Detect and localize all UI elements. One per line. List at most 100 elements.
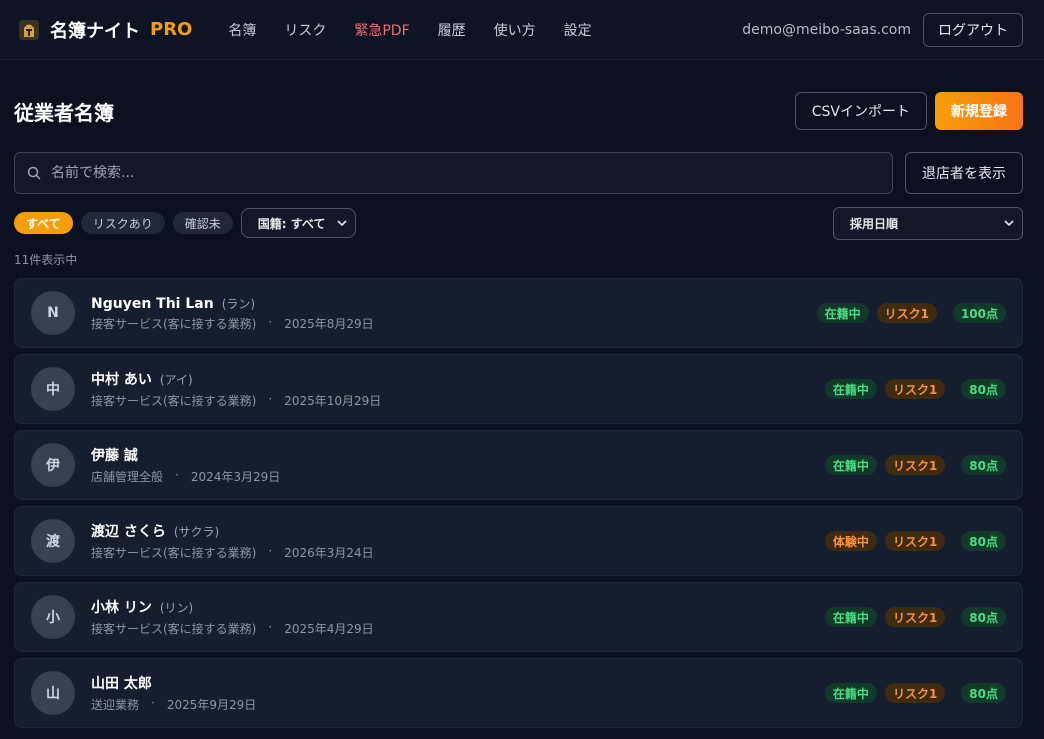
nationality-select[interactable]: 国籍: すべて xyxy=(240,208,357,238)
result-count: 11件表示中 xyxy=(14,253,78,267)
employee-date: 2026年3月24日 xyxy=(284,546,374,560)
header-actions: CSVインポート 新規登録 xyxy=(794,92,1023,130)
employee-name: 渡辺 さくら xyxy=(91,524,166,540)
chevron-down-icon xyxy=(1004,220,1014,227)
separator-dot: · xyxy=(268,620,273,634)
employee-row[interactable]: 中 中村 あい (アイ) 接客サービス(客に接する業務) · 2025年10月29日 … xyxy=(14,354,1023,424)
status-badge: 在籍中 xyxy=(824,455,877,475)
employee-row[interactable]: 小 小林 リン (リン) 接客サービス(客に接する業務) · 2025年4月29日 在… xyxy=(14,582,1023,652)
nav-item-roster[interactable]: 名簿 xyxy=(214,20,270,40)
employee-list: N Nguyen Thi Lan (ラン) 接客サービス(客に接する業務) · 202… xyxy=(14,278,1023,728)
nav-user-area: demo@meibo-saas.com ログアウト xyxy=(742,12,1023,47)
employee-row[interactable]: 山 山田 太郎 送迎業務 · 2025年9月29日 在籍中 リスク1 80点 xyxy=(14,658,1023,728)
employee-role: 接客サービス(客に接する業務) xyxy=(91,394,257,408)
score-badge: 80点 xyxy=(961,455,1006,475)
brand[interactable]: 名簿ナイト PRO xyxy=(16,17,192,43)
main-content: 従業者名簿 CSVインポート 新規登録 退店者を表示 すべて リスクあり 確認未… xyxy=(0,60,1044,728)
brand-name: 名簿ナイト xyxy=(50,20,140,42)
risk-badge: リスク1 xyxy=(884,379,946,399)
score-badge: 80点 xyxy=(961,607,1006,627)
employee-row[interactable]: N Nguyen Thi Lan (ラン) 接客サービス(客に接する業務) · 202… xyxy=(14,278,1023,348)
chevron-down-icon xyxy=(337,220,347,227)
nav-item-emergency-pdf[interactable]: 緊急PDF xyxy=(340,20,423,40)
risk-badge: リスク1 xyxy=(876,303,937,323)
new-register-button[interactable]: 新規登録 xyxy=(935,92,1023,130)
search-box[interactable] xyxy=(14,152,893,194)
nav-menu: 名簿 リスク 緊急PDF 履歴 使い方 設定 xyxy=(214,20,605,40)
employee-info: 中村 あい (アイ) 接客サービス(客に接する業務) · 2025年10月29日 xyxy=(91,369,381,409)
status-badge: 在籍中 xyxy=(816,303,869,323)
employee-date: 2025年9月29日 xyxy=(166,698,257,712)
show-retired-button[interactable]: 退店者を表示 xyxy=(905,152,1023,194)
employee-badges: 在籍中 リスク1 80点 xyxy=(824,607,1006,627)
employee-date: 2025年4月29日 xyxy=(284,622,374,636)
knight-helmet-icon xyxy=(19,19,39,40)
csv-import-button[interactable]: CSVインポート xyxy=(794,92,927,130)
separator-dot: · xyxy=(151,696,155,710)
separator-dot: · xyxy=(175,468,179,482)
employee-info: Nguyen Thi Lan (ラン) 接客サービス(客に接する業務) · 2025年… xyxy=(91,295,374,332)
filter-chip-all[interactable]: すべて xyxy=(14,212,73,234)
nav-item-risk[interactable]: リスク xyxy=(270,20,340,40)
employee-name: 伊藤 誠 xyxy=(91,448,138,464)
employee-row[interactable]: 渡 渡辺 さくら (サクラ) 接客サービス(客に接する業務) · 2026年3月24日… xyxy=(14,506,1023,576)
filter-chip-risk[interactable]: リスクあり xyxy=(80,212,165,234)
top-navbar: 名簿ナイト PRO 名簿 リスク 緊急PDF 履歴 使い方 設定 demo@mei… xyxy=(0,0,1044,60)
employee-info: 山田 太郎 送迎業務 · 2025年9月29日 xyxy=(91,673,256,713)
status-badge: 在籍中 xyxy=(824,683,877,703)
sort-select[interactable]: 採用日順 xyxy=(833,206,1023,240)
status-badge: 在籍中 xyxy=(824,379,877,399)
nav-item-history[interactable]: 履歴 xyxy=(424,20,480,40)
score-badge: 80点 xyxy=(961,379,1006,399)
employee-name: 山田 太郎 xyxy=(91,676,152,692)
avatar: 中 xyxy=(31,367,75,411)
employee-name: 中村 あい xyxy=(91,372,152,388)
separator-dot: · xyxy=(268,392,273,406)
employee-kana: (アイ) xyxy=(159,373,193,387)
avatar: 渡 xyxy=(31,519,75,563)
score-badge: 80点 xyxy=(961,531,1006,551)
employee-name: 小林 リン xyxy=(91,600,152,616)
employee-kana: (サクラ) xyxy=(173,525,220,539)
search-input[interactable] xyxy=(51,165,880,181)
separator-dot: · xyxy=(268,544,273,558)
filter-chips: すべて リスクあり 確認未 国籍: すべて xyxy=(14,208,357,238)
employee-info: 小林 リン (リン) 接客サービス(客に接する業務) · 2025年4月29日 xyxy=(91,597,374,637)
employee-date: 2024年3月29日 xyxy=(190,470,281,484)
employee-row[interactable]: 伊 伊藤 誠 店舗管理全般 · 2024年3月29日 在籍中 リスク1 80点 xyxy=(14,430,1023,500)
sort-select-value: 採用日順 xyxy=(850,216,899,231)
employee-badges: 体験中 リスク1 80点 xyxy=(824,531,1006,551)
risk-badge: リスク1 xyxy=(884,531,946,551)
status-badge: 体験中 xyxy=(824,531,877,551)
avatar: 山 xyxy=(31,671,75,715)
page-header: 従業者名簿 CSVインポート 新規登録 xyxy=(14,60,1023,162)
employee-date: 2025年10月29日 xyxy=(284,394,382,408)
employee-badges: 在籍中 リスク1 80点 xyxy=(824,379,1006,399)
employee-badges: 在籍中 リスク1 80点 xyxy=(824,455,1006,475)
score-badge: 80点 xyxy=(961,683,1006,703)
risk-badge: リスク1 xyxy=(884,455,946,475)
employee-date: 2025年8月29日 xyxy=(284,316,374,331)
avatar: 小 xyxy=(31,595,75,639)
risk-badge: リスク1 xyxy=(884,607,946,627)
status-badge: 在籍中 xyxy=(824,607,877,627)
brand-pro-label: PRO xyxy=(150,19,193,40)
search-icon xyxy=(27,166,41,180)
employee-badges: 在籍中 リスク1 100点 xyxy=(816,303,1006,323)
nav-item-settings[interactable]: 設定 xyxy=(550,20,606,40)
employee-info: 渡辺 さくら (サクラ) 接客サービス(客に接する業務) · 2026年3月24日 xyxy=(91,521,374,561)
employee-badges: 在籍中 リスク1 80点 xyxy=(824,683,1006,703)
user-email: demo@meibo-saas.com xyxy=(742,21,911,38)
logout-button[interactable]: ログアウト xyxy=(923,12,1023,47)
separator-dot: · xyxy=(268,314,273,329)
employee-role: 店舗管理全般 xyxy=(91,470,164,484)
risk-badge: リスク1 xyxy=(884,683,946,703)
avatar: 伊 xyxy=(31,443,75,487)
employee-info: 伊藤 誠 店舗管理全般 · 2024年3月29日 xyxy=(91,445,280,485)
score-badge: 100点 xyxy=(952,303,1006,323)
employee-kana: (リン) xyxy=(159,601,194,615)
search-row: 退店者を表示 xyxy=(14,152,1023,194)
nav-item-howto[interactable]: 使い方 xyxy=(480,20,550,40)
filter-chip-unconfirmed[interactable]: 確認未 xyxy=(172,212,233,234)
nationality-select-value: 国籍: すべて xyxy=(257,216,326,231)
